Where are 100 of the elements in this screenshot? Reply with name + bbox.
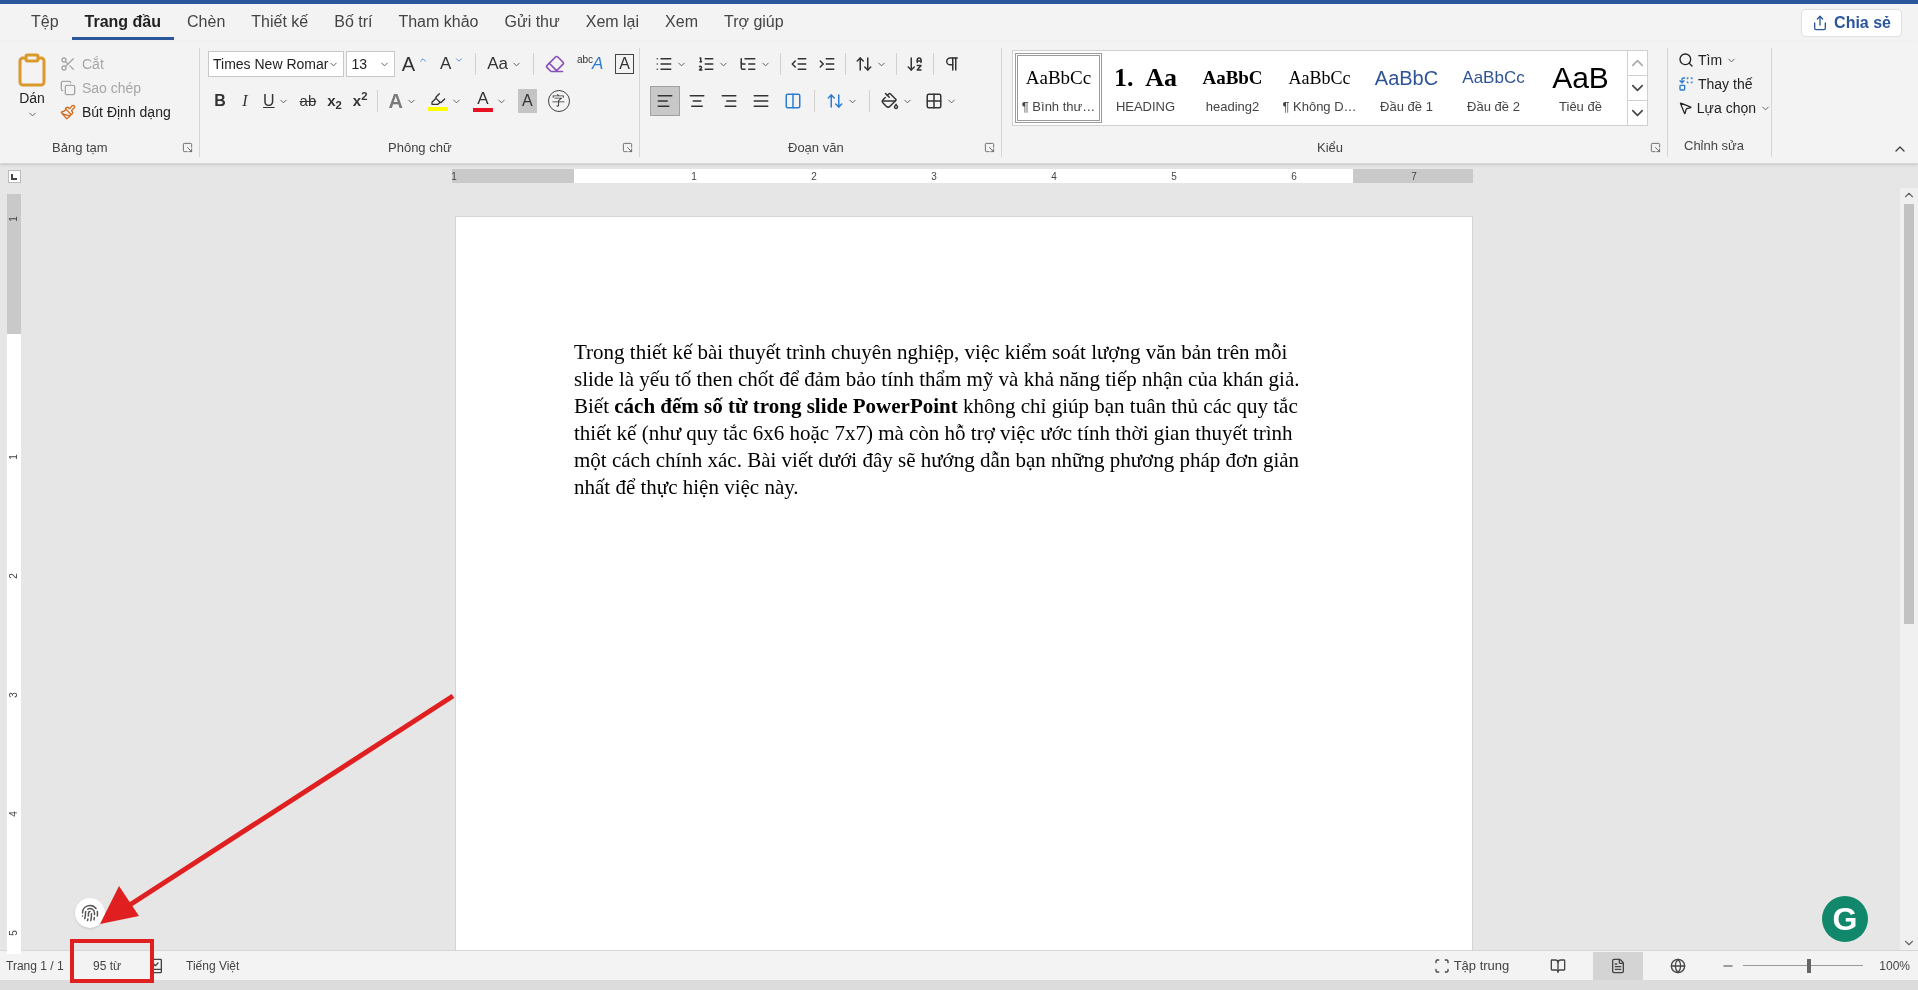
ribbon-tab[interactable]: Gửi thư — [491, 6, 573, 40]
style-preset[interactable]: 1. Aa HEADING — [1102, 53, 1189, 123]
ruler-number: 6 — [1290, 169, 1298, 184]
sort-icon — [906, 55, 924, 73]
ruler-number: 4 — [1050, 169, 1058, 184]
character-border-button[interactable]: A — [610, 50, 639, 78]
bullet-list-icon — [655, 55, 673, 73]
fingerprint-button[interactable] — [75, 898, 105, 928]
caret-icon — [454, 55, 465, 65]
zoom-level[interactable]: 100% — [1879, 956, 1918, 975]
caret-up-icon — [418, 55, 428, 65]
shrink-font-button[interactable]: A — [435, 50, 470, 78]
ruler-number: 1 — [9, 454, 19, 460]
highlighter-icon — [429, 91, 446, 107]
multilevel-list-icon — [739, 55, 757, 73]
decrease-indent-icon — [790, 55, 808, 73]
editing-button[interactable]: Lựa chọn — [1678, 96, 1771, 120]
word-count[interactable]: 95 từ — [66, 956, 148, 975]
italic-button[interactable]: I — [233, 87, 257, 115]
font-size-dropdown[interactable]: 13 — [346, 51, 395, 77]
ruler-number: 5 — [1170, 169, 1178, 184]
ruler-number: 3 — [9, 692, 19, 698]
numbered-list-icon — [697, 55, 715, 73]
arrows-icon — [855, 55, 873, 73]
style-preset[interactable]: AaBbC Đầu đề 1 — [1363, 53, 1450, 123]
search-icon — [1678, 52, 1694, 68]
floating-badge[interactable]: G — [1822, 896, 1868, 942]
font-name-dropdown[interactable]: Times New Romar — [208, 51, 345, 77]
zoom-slider[interactable] — [1743, 958, 1864, 973]
ribbon-tab[interactable]: Xem lại — [572, 6, 653, 40]
style-preset[interactable]: AaB Tiêu đề — [1537, 53, 1624, 123]
ruler-number: 1 — [690, 169, 698, 184]
grid-icon — [925, 92, 943, 110]
subscript-button[interactable]: x$_{2}$ — [322, 87, 347, 115]
ruler-number: 1 — [9, 216, 19, 222]
bold-button[interactable]: B — [208, 87, 232, 115]
ribbon-tab[interactable]: Trợ giúp — [710, 6, 797, 40]
ribbon-tab[interactable]: Chèn — [174, 6, 239, 40]
increase-indent-icon — [818, 55, 836, 73]
align-button[interactable] — [650, 86, 680, 116]
page-count[interactable]: Trang 1 / 1 — [0, 956, 66, 975]
view-button[interactable] — [1593, 951, 1644, 980]
dialog-launcher-icon[interactable] — [984, 141, 995, 153]
ruler-number: 1 — [450, 169, 458, 184]
group-title: Phông chữ — [388, 138, 452, 157]
copy-icon — [60, 80, 76, 96]
group-title: Đoạn văn — [788, 138, 844, 157]
group-title: Chỉnh sửa — [1684, 138, 1744, 153]
paintbrush-icon — [60, 104, 76, 120]
clipboard-item[interactable]: Bút Định dạng — [60, 100, 171, 124]
change-case-button[interactable]: Aa — [482, 50, 527, 78]
strikethrough-button[interactable]: ab — [294, 87, 322, 115]
fingerprint-icon — [81, 904, 99, 922]
focus-icon — [1433, 957, 1450, 974]
replace-icon — [1678, 76, 1694, 92]
editing-button[interactable]: Thay thế — [1678, 72, 1771, 96]
document-paragraph[interactable]: Trong thiết kế bài thuyết trình chuyên nghiệp, việc kiểm soát lượng văn bản trên mỗi slide là yếu tố then chốt để đảm bảo tính thẩm mỹ và khả năng tiếp nhận của khán giả. Biết cách đếm số từ trong slide PowerPoint không chỉ giúp bạn tuân thủ các quy tắc thiết kế (như quy tắc 6x6 hoặc 7x7) mà còn hỗ trợ việc ước tính thời gian thuyết trình một cách chính xác. Bài viết dưới đây sẽ hướng dẫn bạn những phương pháp đơn giản nhất để thực hiện việc này. — [574, 339, 1316, 501]
share-icon — [1812, 15, 1829, 31]
line-spacing-icon — [826, 92, 844, 110]
pointer-icon — [1678, 100, 1693, 116]
dialog-launcher-icon[interactable] — [182, 141, 193, 153]
underline-button[interactable]: U — [258, 87, 294, 115]
dialog-launcher-icon[interactable] — [622, 141, 633, 153]
view-icon — [1670, 957, 1687, 974]
ruler-number: 3 — [930, 169, 938, 184]
pilcrow-icon — [943, 55, 961, 73]
paste-button[interactable]: Dán — [10, 52, 54, 138]
ruler-number: 2 — [810, 169, 818, 184]
style-preset[interactable]: AaBbC heading2 — [1189, 53, 1276, 123]
ribbon-tab[interactable]: Tham khảo — [385, 6, 492, 40]
focus-button[interactable]: Tập trung — [1433, 955, 1510, 976]
grow-font-button[interactable]: A — [396, 50, 433, 78]
share-button[interactable]: Chia sẻ — [1801, 9, 1902, 37]
paint-bucket-icon — [881, 92, 899, 110]
style-preset[interactable]: AaBbCc Đầu đề 2 — [1450, 53, 1537, 123]
ruler-number: 7 — [1410, 169, 1418, 184]
editing-button[interactable]: Tìm — [1678, 48, 1771, 72]
ribbon-tab[interactable]: Thiết kế — [238, 6, 322, 40]
tab-selector-icon[interactable] — [7, 169, 21, 183]
scrollbar-thumb[interactable] — [1904, 204, 1914, 624]
ruler-number: 2 — [9, 573, 19, 579]
dialog-launcher-icon[interactable] — [1650, 141, 1661, 153]
eraser-icon — [544, 54, 565, 74]
view-icon — [1610, 957, 1627, 974]
ribbon-tab[interactable]: Xem — [652, 6, 711, 40]
scissors-icon — [60, 56, 76, 72]
group-title: Bảng tạm — [52, 138, 108, 157]
view-icon — [1550, 957, 1567, 974]
style-preset[interactable]: AaBbCc ¶ Không D… — [1276, 53, 1363, 123]
style-preset[interactable]: AaBbCc ¶ Bình thư… — [1015, 53, 1102, 123]
font-color-button[interactable]: A — [467, 87, 512, 115]
ruler-number: 5 — [9, 930, 19, 936]
zoom-thumb[interactable] — [1807, 958, 1812, 973]
language-label[interactable]: Tiếng Việt — [186, 956, 240, 975]
ruler-number: 4 — [9, 811, 19, 817]
ribbon-tab[interactable]: Bố trí — [321, 6, 386, 40]
ribbon-tab[interactable]: Tệp — [18, 6, 72, 40]
text-effects-button[interactable]: A — [383, 87, 422, 115]
group-title: Kiểu — [1317, 138, 1344, 157]
superscript-button[interactable]: x$^{2}$ — [347, 87, 373, 115]
